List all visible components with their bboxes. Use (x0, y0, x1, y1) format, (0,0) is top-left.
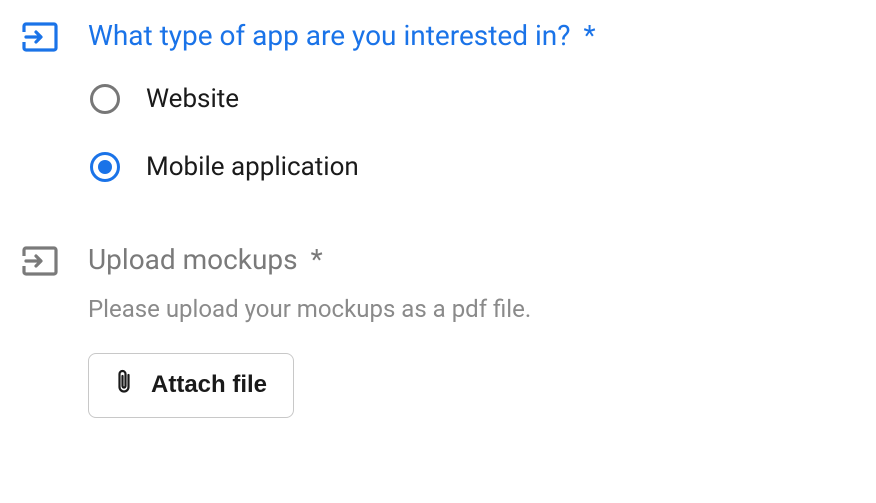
radio-label: Mobile application (146, 152, 359, 182)
question-title: Upload mockups * (88, 242, 854, 278)
question-title-text: What type of app are you interested in? (88, 19, 571, 52)
question-upload-mockups: Upload mockups * Please upload your mock… (22, 242, 854, 417)
question-content: Upload mockups * Please upload your mock… (88, 242, 854, 417)
required-asterisk: * (583, 19, 595, 52)
attach-file-label: Attach file (151, 371, 267, 399)
radio-group: Website Mobile application (88, 84, 854, 182)
paperclip-icon (115, 368, 133, 403)
input-indicator-icon (22, 22, 58, 52)
required-asterisk: * (311, 243, 323, 276)
radio-label: Website (146, 84, 239, 114)
helper-text: Please upload your mockups as a pdf file… (88, 295, 854, 323)
question-content: What type of app are you interested in? … (88, 18, 854, 182)
radio-option-website[interactable]: Website (90, 84, 854, 114)
question-title-text: Upload mockups (88, 243, 298, 276)
radio-circle-icon (90, 84, 120, 114)
radio-circle-icon (90, 152, 120, 182)
question-app-type: What type of app are you interested in? … (22, 18, 854, 182)
attach-file-button[interactable]: Attach file (88, 353, 294, 418)
radio-option-mobile[interactable]: Mobile application (90, 152, 854, 182)
input-indicator-icon (22, 246, 58, 276)
question-title: What type of app are you interested in? … (88, 18, 854, 54)
